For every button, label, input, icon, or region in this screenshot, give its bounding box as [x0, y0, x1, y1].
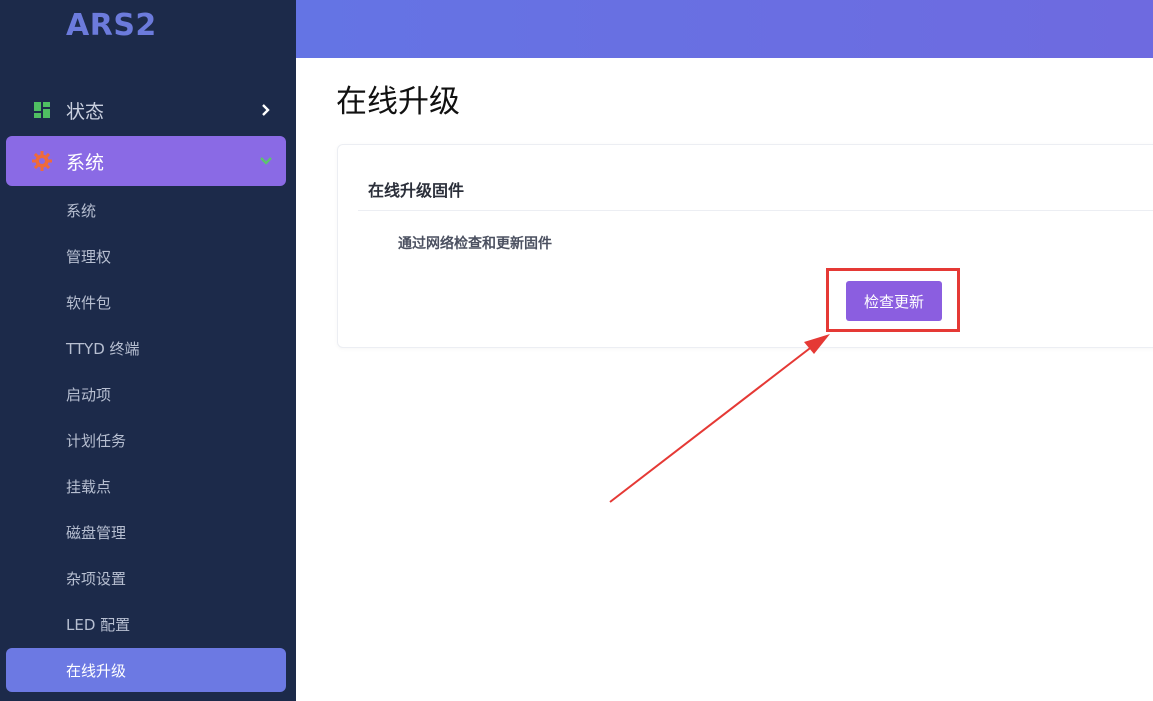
sidebar-subitem-label: 计划任务 [66, 431, 127, 450]
dashboard-icon [32, 100, 52, 120]
sidebar-subitem-label: LED 配置 [66, 615, 131, 634]
app-logo[interactable]: ARS2 [66, 8, 157, 43]
sidebar-subitem-label: 杂项设置 [66, 569, 127, 588]
gear-icon [32, 151, 52, 171]
sidebar-subitem-startup[interactable]: 启动项 [6, 373, 286, 415]
top-header-bar [296, 0, 1153, 58]
sidebar: ARS2 状态 系统 系统 管理权 软件包 TTYD 终端 启动项 计划任务 挂… [0, 0, 296, 701]
page-title: 在线升级 [336, 84, 460, 120]
sidebar-subitem-label: 挂载点 [66, 477, 112, 496]
upgrade-card: 在线升级固件 通过网络检查和更新固件 [337, 144, 1153, 348]
sidebar-subitem-label: 启动项 [66, 385, 112, 404]
sidebar-subitem-misc-settings[interactable]: 杂项设置 [6, 557, 286, 599]
sidebar-subitem-label: TTYD 终端 [66, 339, 140, 358]
card-description: 通过网络检查和更新固件 [398, 236, 552, 252]
sidebar-subitem-label: 软件包 [66, 293, 112, 312]
sidebar-subitem-label: 系统 [66, 201, 97, 220]
sidebar-item-status[interactable]: 状态 [6, 86, 286, 134]
sidebar-subitem-scheduled-tasks[interactable]: 计划任务 [6, 419, 286, 461]
card-title: 在线升级固件 [368, 181, 465, 200]
sidebar-subitem-label: 磁盘管理 [66, 523, 127, 542]
sidebar-subitem-system[interactable]: 系统 [6, 189, 286, 231]
sidebar-item-system[interactable]: 系统 [6, 136, 286, 186]
sidebar-item-label: 系统 [66, 151, 105, 174]
sidebar-subitem-admin[interactable]: 管理权 [6, 235, 286, 277]
sidebar-subitem-mount-points[interactable]: 挂载点 [6, 465, 286, 507]
sidebar-subitem-label: 管理权 [66, 247, 112, 266]
annotation-arrow-icon [609, 334, 830, 503]
sidebar-subitem-led-config[interactable]: LED 配置 [6, 603, 286, 645]
sidebar-subitem-online-upgrade[interactable]: 在线升级 [6, 648, 286, 692]
highlight-box [826, 268, 960, 332]
sidebar-item-label: 状态 [66, 100, 105, 123]
sidebar-subitem-packages[interactable]: 软件包 [6, 281, 286, 323]
chevron-right-icon [260, 104, 272, 116]
sidebar-subitem-label: 在线升级 [66, 661, 127, 680]
sidebar-subitem-disk-management[interactable]: 磁盘管理 [6, 511, 286, 553]
sidebar-subitem-ttyd[interactable]: TTYD 终端 [6, 327, 286, 369]
chevron-down-icon [260, 155, 272, 167]
card-divider [358, 210, 1153, 211]
